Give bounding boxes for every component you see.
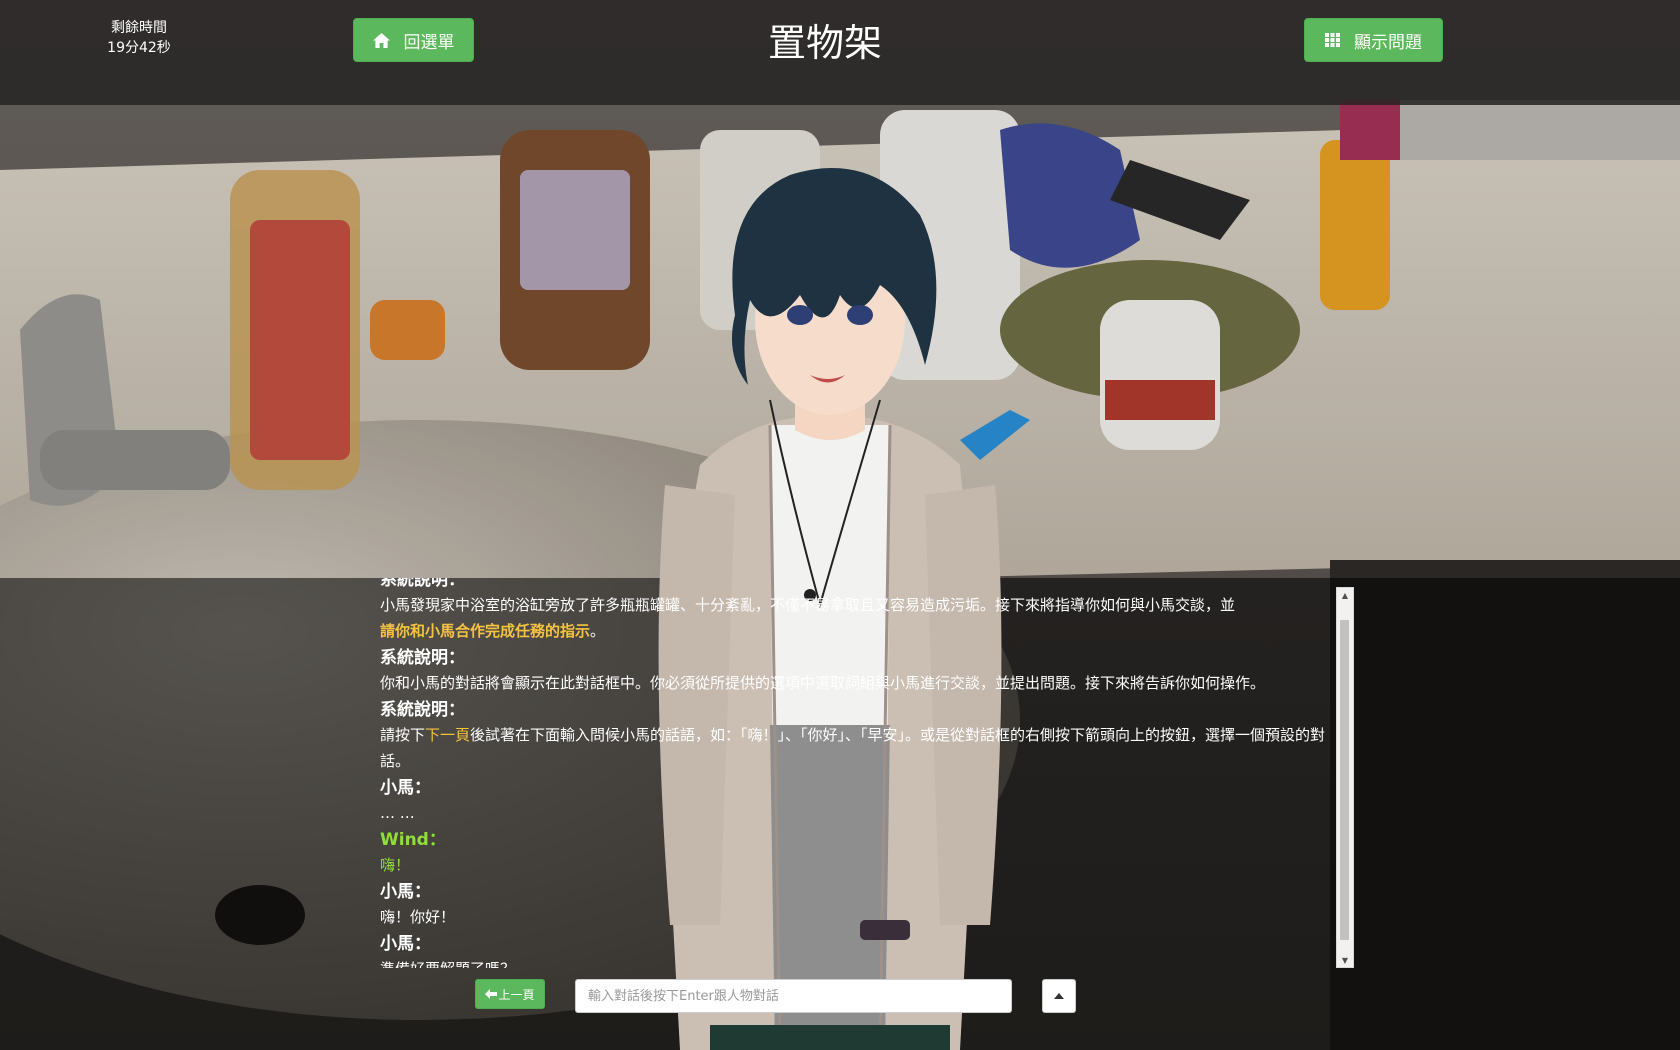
dialogue-text: 嗨！你好！ (380, 908, 456, 926)
caret-up-icon (1054, 993, 1064, 999)
dialogue-log-content: 系統說明： 小馬發現家中浴室的浴缸旁放了許多瓶瓶罐罐、十分紊亂，不僅不易拿取且又… (380, 578, 1332, 968)
show-questions-label: 顯示問題 (1354, 32, 1422, 53)
dialogue-text: 準備好要解題了嗎？ (380, 956, 1332, 968)
dialogue-speaker: 小馬： (380, 778, 431, 798)
dialogue-log[interactable]: 系統說明： 小馬發現家中浴室的浴缸旁放了許多瓶瓶罐罐、十分紊亂，不僅不易拿取且又… (380, 578, 1332, 968)
previous-page-label: 上一頁 (498, 987, 535, 1002)
dialogue-speaker: 系統說明： (380, 578, 465, 590)
dialogue-text: … … (380, 804, 415, 822)
dialogue-speaker: 系統說明： (380, 700, 465, 720)
game-stage: 剩餘時間 19分42秒 回選單 置物架 顯示問題 系統說明： 小馬發現家中浴室的… (0, 0, 1680, 1050)
scroll-up-arrow-icon[interactable]: ▲ (1337, 588, 1353, 602)
scroll-down-arrow-icon[interactable]: ▼ (1337, 953, 1353, 967)
dialogue-text: 你和小馬的對話將會顯示在此對話框中。你必須從所提供的選項中選取詞組與小馬進行交談… (380, 674, 1266, 692)
grid-icon (1325, 33, 1340, 47)
dialogue-speaker-player: Wind： (380, 830, 446, 850)
preset-dialogue-button[interactable] (1042, 979, 1076, 1013)
scrollbar-thumb[interactable] (1340, 620, 1349, 940)
dialogue-line: 小馬發現家中浴室的浴缸旁放了許多瓶瓶罐罐、十分紊亂，不僅不易拿取且又容易造成污垢… (380, 592, 1332, 644)
home-icon (372, 32, 390, 48)
dialogue-text: 。 (590, 622, 606, 640)
dialogue-highlight: 請你和小馬合作完成任務的指示 (380, 622, 591, 640)
arrow-left-icon (485, 989, 498, 999)
timer: 剩餘時間 19分42秒 (100, 18, 178, 58)
show-questions-button[interactable]: 顯示問題 (1304, 18, 1443, 62)
top-bar: 剩餘時間 19分42秒 回選單 置物架 顯示問題 (0, 0, 1680, 105)
dialogue-speaker: 系統說明： (380, 648, 465, 668)
dialogue-scrollbar[interactable]: ▲ ▼ (1336, 587, 1354, 968)
timer-label: 剩餘時間 (111, 20, 167, 36)
dialogue-text-player: 嗨！ (380, 856, 411, 874)
dialogue-speaker: 小馬： (380, 934, 431, 954)
chat-input[interactable] (575, 979, 1012, 1013)
dialogue-text: 後試著在下面輸入問候小馬的話語，如：「嗨！」、「你好」、「早安」。或是從對話框的… (380, 726, 1326, 770)
dialogue-text: 請按下 (380, 726, 426, 744)
previous-page-button[interactable]: 上一頁 (475, 979, 545, 1009)
timer-value: 19分42秒 (107, 40, 171, 56)
dialogue-line: 請按下下一頁後試著在下面輸入問候小馬的話語，如：「嗨！」、「你好」、「早安」。或… (380, 722, 1332, 774)
back-to-menu-label: 回選單 (403, 32, 455, 53)
dialogue-speaker: 小馬： (380, 882, 431, 902)
back-to-menu-button[interactable]: 回選單 (353, 18, 474, 62)
dialogue-highlight: 下一頁 (425, 726, 471, 744)
page-title: 置物架 (767, 21, 882, 65)
dialogue-text: 小馬發現家中浴室的浴缸旁放了許多瓶瓶罐罐、十分紊亂，不僅不易拿取且又容易造成污垢… (380, 596, 1236, 614)
